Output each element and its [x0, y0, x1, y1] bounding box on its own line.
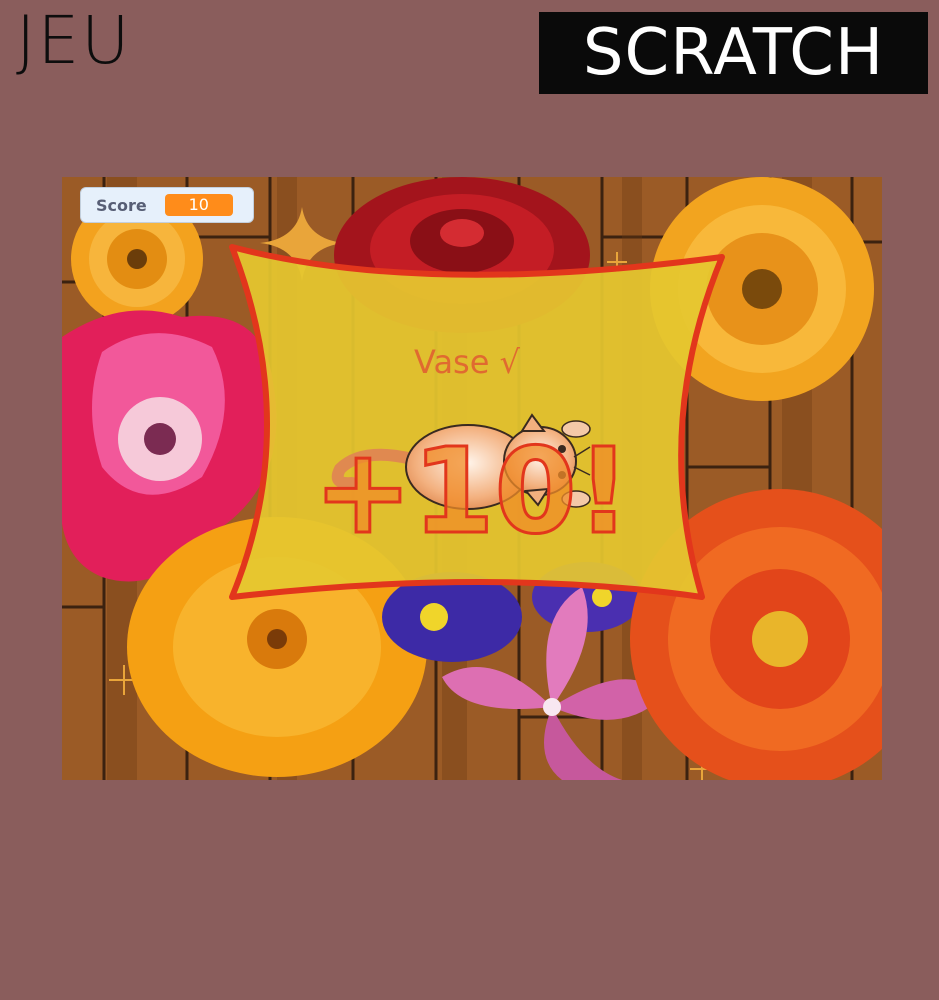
banner-points-text: +10!	[314, 422, 631, 560]
score-value: 10	[164, 194, 233, 216]
stage-canvas: Vase √ +10!	[62, 177, 882, 780]
page-title-scratch: SCRATCH	[539, 12, 928, 94]
score-label: Score	[96, 195, 147, 215]
score-monitor: Score 10	[80, 187, 254, 223]
page-title-jeu: JEU	[16, 2, 132, 79]
banner-item-text: Vase √	[414, 343, 521, 381]
game-stage[interactable]: Score 10 Vase √ +10!	[62, 177, 882, 780]
